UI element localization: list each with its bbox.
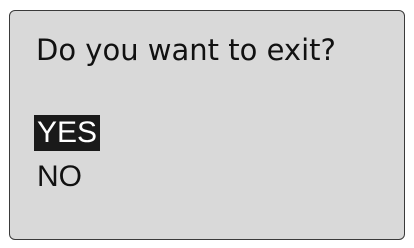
exit-dialog: Do you want to exit? YES NO xyxy=(9,10,405,240)
yes-option[interactable]: YES xyxy=(34,115,101,151)
dialog-prompt: Do you want to exit? xyxy=(36,33,336,67)
no-option[interactable]: NO xyxy=(34,159,85,195)
